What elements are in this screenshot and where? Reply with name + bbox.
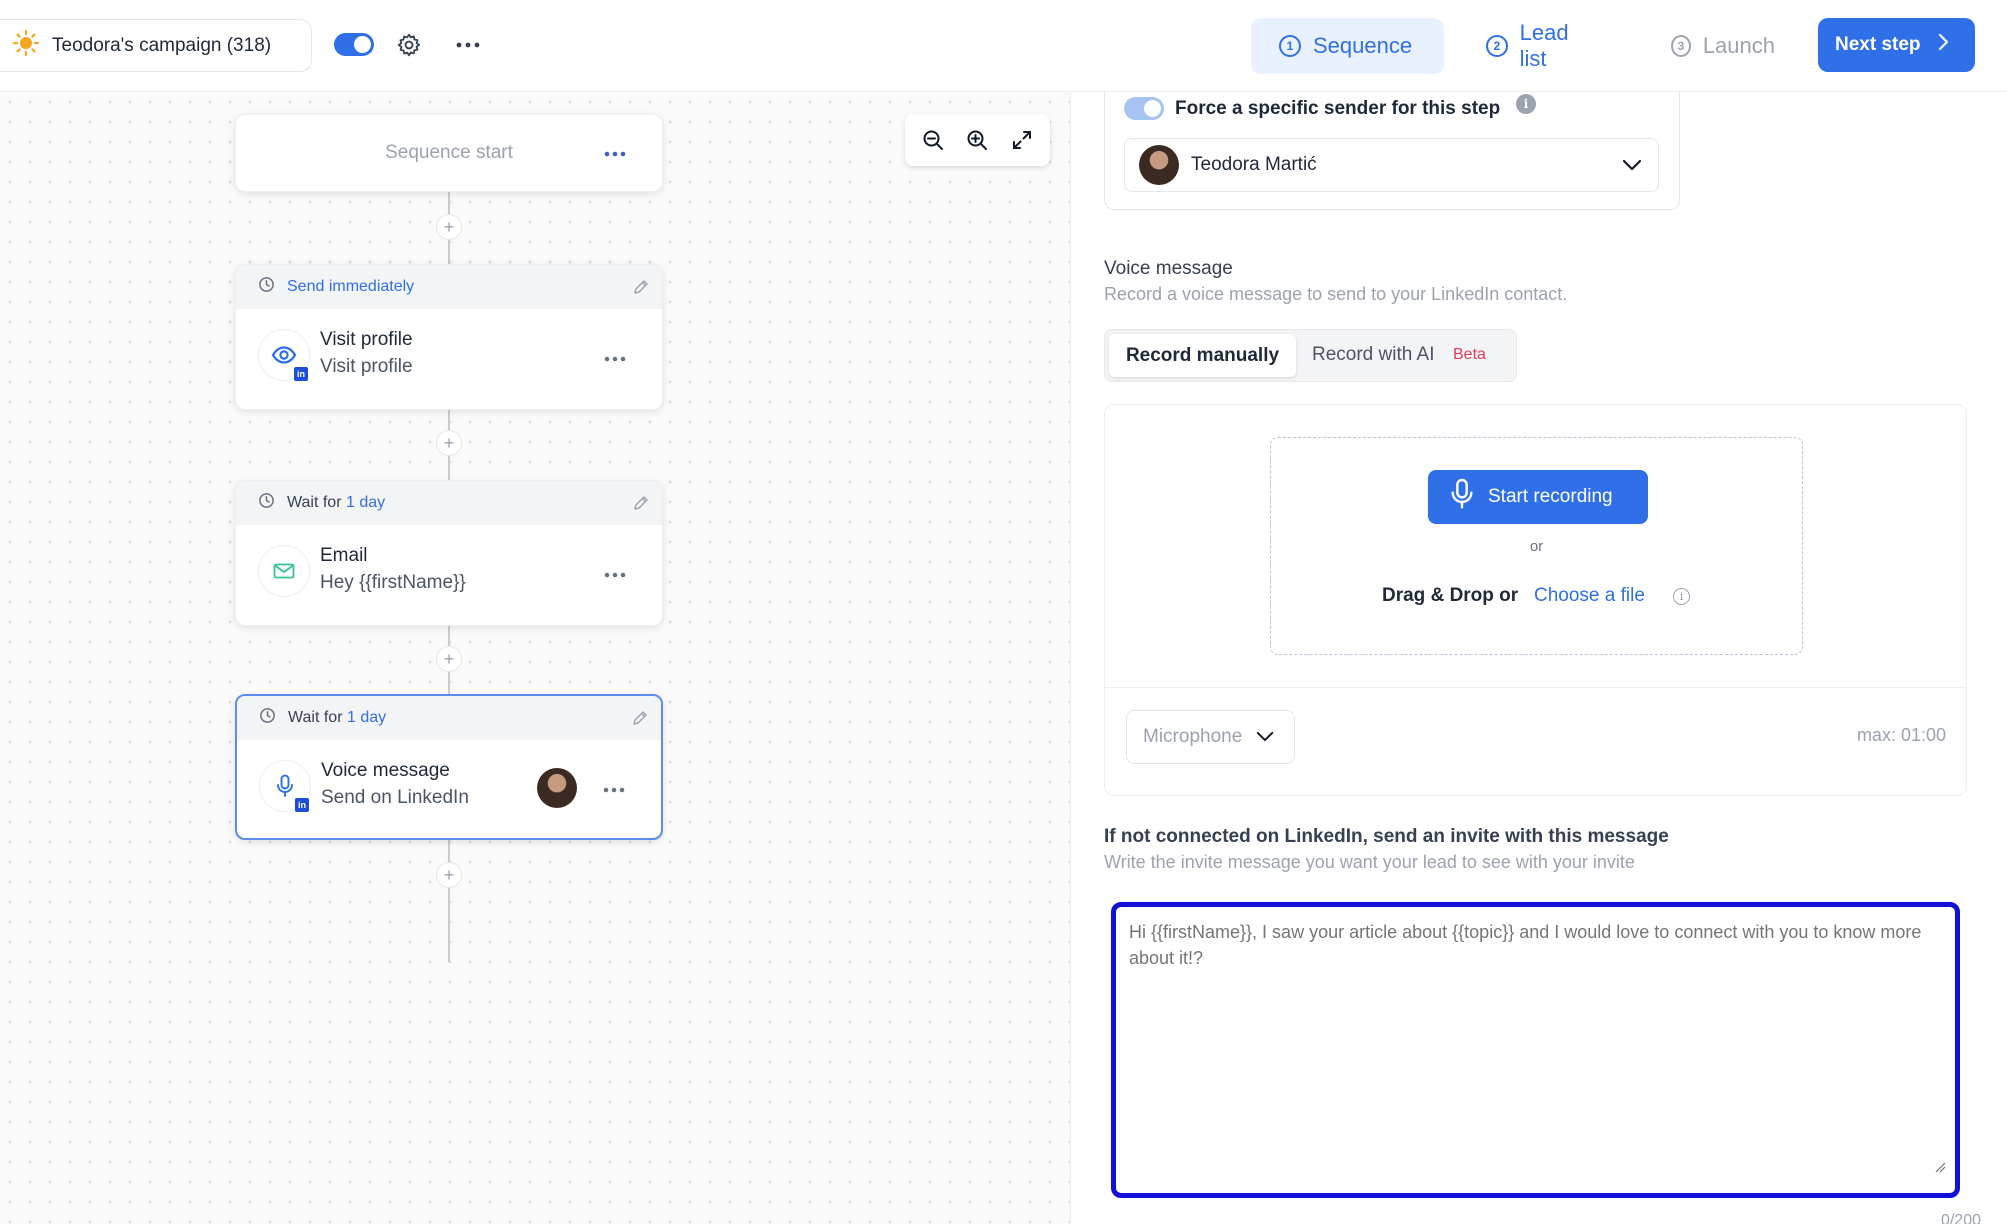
avatar	[1139, 145, 1179, 185]
campaign-name: Teodora's campaign (318)	[52, 34, 272, 56]
linkedin-icon: in	[295, 798, 309, 812]
zoom-in-icon[interactable]	[960, 123, 994, 157]
step-title: Voice message	[321, 760, 450, 781]
node-menu-icon[interactable]	[604, 141, 626, 163]
sender-name: Teodora Martić	[1191, 154, 1317, 175]
chevron-down-icon	[1622, 155, 1642, 177]
step-settings-panel: Force a specific sender for this step i …	[1072, 88, 2007, 1224]
tab-label: Launch	[1702, 33, 1775, 58]
zoom-controls	[905, 114, 1050, 166]
delay-label: Send immediately	[287, 278, 415, 295]
sequence-start-label: Sequence start	[385, 142, 513, 163]
voice-message-title: Voice message	[1104, 258, 1233, 279]
microphone-icon	[1450, 478, 1474, 516]
pencil-icon[interactable]	[631, 709, 649, 732]
sequence-start-node[interactable]: Sequence start	[235, 114, 663, 192]
step-delay-header[interactable]: Send immediately	[236, 265, 662, 309]
pencil-icon[interactable]	[632, 278, 650, 301]
microphone-select-label: Microphone	[1143, 726, 1243, 747]
invite-message-title: If not connected on LinkedIn, send an in…	[1104, 826, 1669, 847]
more-options-icon[interactable]	[452, 30, 484, 60]
delay-value: 1 day	[345, 494, 386, 511]
divider	[1105, 687, 1966, 688]
step-title: Visit profile	[320, 329, 413, 350]
force-sender-label: Force a specific sender for this step	[1175, 98, 1501, 119]
step-menu-icon[interactable]	[603, 780, 625, 798]
character-counter: 0/200	[1940, 1212, 1981, 1224]
step-number: 3	[1671, 35, 1691, 57]
choose-file-link[interactable]: Choose a file	[1534, 585, 1645, 607]
step-card-email[interactable]: Wait for 1 day Email Hey {{firstName}}	[235, 480, 663, 626]
connector-line	[448, 840, 450, 962]
drag-drop-label: Drag & Drop or	[1382, 585, 1519, 606]
clock-icon	[258, 492, 275, 514]
step-delay-header[interactable]: Wait for 1 day	[237, 696, 661, 740]
force-sender-toggle[interactable]	[1124, 97, 1164, 120]
tab-label: Sequence	[1313, 33, 1413, 58]
microphone-select[interactable]: Microphone	[1126, 710, 1295, 764]
recording-mode-toggle: Record manually Record with AI Beta	[1104, 329, 1517, 382]
gear-icon[interactable]	[394, 30, 424, 60]
delay-value: 1 day	[346, 709, 387, 726]
campaign-active-toggle[interactable]	[334, 33, 374, 56]
step-number: 2	[1486, 35, 1508, 57]
step-menu-icon[interactable]	[604, 565, 626, 583]
step-card-visit-profile[interactable]: Send immediately in Visit profile Visit …	[235, 264, 663, 410]
clock-icon	[259, 707, 276, 729]
info-icon[interactable]: i	[1516, 94, 1536, 114]
start-recording-button[interactable]: Start recording	[1428, 470, 1648, 524]
step-card-voice-message[interactable]: Wait for 1 day in Voice message Send on …	[235, 694, 663, 840]
sender-avatar	[537, 768, 577, 808]
step-menu-icon[interactable]	[604, 349, 626, 367]
sun-icon	[12, 29, 40, 62]
linkedin-icon: in	[294, 367, 308, 381]
chevron-right-icon	[1937, 32, 1949, 58]
expand-icon[interactable]	[1005, 123, 1039, 157]
record-with-ai-option[interactable]: Record with AI	[1312, 344, 1435, 366]
mail-icon	[258, 545, 310, 597]
tab-label: Lead list	[1519, 20, 1569, 71]
beta-badge: Beta	[1453, 346, 1486, 363]
delay-label: Wait for	[288, 709, 343, 726]
max-duration: max: 01:00	[1856, 725, 1946, 745]
add-step-button[interactable]: +	[436, 862, 462, 888]
add-step-button[interactable]: +	[436, 646, 462, 672]
campaign-selector[interactable]: Teodora's campaign (318)	[0, 19, 312, 72]
recorder-box: Start recording or Drag & Drop or Choose…	[1104, 404, 1967, 796]
tab-lead-list[interactable]: 2 Lead list	[1458, 18, 1628, 74]
invite-message-input[interactable]	[1111, 902, 1960, 1198]
invite-message-subtitle: Write the invite message you want your l…	[1104, 852, 1635, 872]
voice-message-subtitle: Record a voice message to send to your L…	[1104, 284, 1568, 304]
record-manually-option[interactable]: Record manually	[1109, 334, 1296, 377]
pencil-icon[interactable]	[632, 494, 650, 517]
chevron-down-icon	[1256, 726, 1274, 748]
step-delay-header[interactable]: Wait for 1 day	[236, 481, 662, 525]
next-step-label: Next step	[1835, 34, 1921, 55]
add-step-button[interactable]: +	[436, 430, 462, 456]
step-number: 1	[1279, 35, 1301, 57]
or-separator: or	[1529, 538, 1544, 555]
info-icon[interactable]: i	[1673, 588, 1690, 605]
sender-select[interactable]: Teodora Martić	[1124, 138, 1659, 192]
tab-launch[interactable]: 3 Launch	[1643, 18, 1803, 74]
next-step-button[interactable]: Next step	[1818, 18, 1975, 72]
sequence-canvas[interactable]: Sequence start + Send immediately in Vis…	[0, 92, 1071, 1224]
zoom-out-icon[interactable]	[916, 123, 950, 157]
start-recording-label: Start recording	[1488, 486, 1613, 507]
add-step-button[interactable]: +	[436, 214, 462, 240]
file-drop-zone[interactable]: Start recording or Drag & Drop or Choose…	[1270, 437, 1803, 655]
clock-icon	[258, 276, 275, 298]
tab-sequence[interactable]: 1 Sequence	[1251, 18, 1444, 74]
delay-label: Wait for	[287, 494, 342, 511]
step-title: Email	[320, 545, 368, 566]
resize-handle-icon[interactable]	[1934, 1160, 1946, 1178]
top-bar: Teodora's campaign (318) 1 Sequence 2 Le…	[0, 0, 2007, 92]
